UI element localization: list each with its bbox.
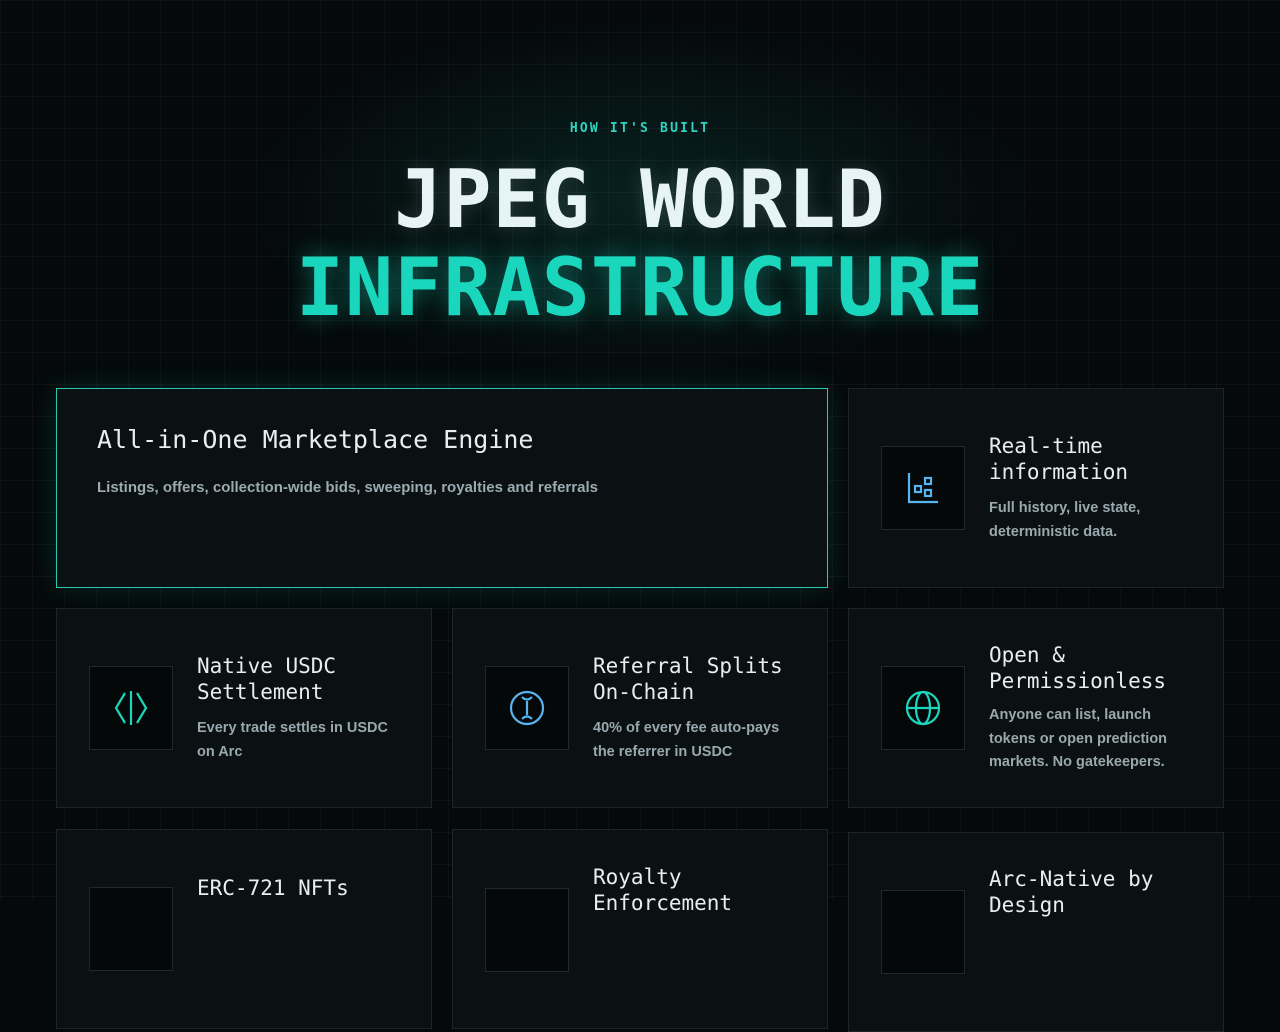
headline-line-1: JPEG WORLD xyxy=(394,153,886,246)
feature-card-description: 40% of every fee auto-pays the referrer … xyxy=(593,720,780,760)
globe-icon xyxy=(905,690,941,726)
feature-card-title: Royalty Enforcement xyxy=(593,865,733,915)
feature-card-title: Real-time information xyxy=(989,434,1129,484)
icon-box xyxy=(881,890,965,974)
feature-card-description: Listings, offers, collection-wide bids, … xyxy=(97,479,598,496)
diamond-split-icon xyxy=(114,691,148,725)
section-eyebrow: HOW IT'S BUILT xyxy=(569,121,711,136)
icon-box xyxy=(881,446,965,530)
feature-card-description: Anyone can list, launch tokens or open p… xyxy=(989,707,1168,770)
feature-card-arc-native: Arc-Native by Design xyxy=(848,832,1224,1032)
headline-line-2: INFRASTRUCTURE xyxy=(295,241,985,334)
feature-card-title: Open & Permissionless xyxy=(989,643,1167,693)
feature-card-usdc-settlement: Native USDC Settlement Every trade settl… xyxy=(56,608,432,808)
icon-box xyxy=(89,666,173,750)
feature-card-realtime: Real-time information Full history, live… xyxy=(848,388,1224,588)
feature-card-title: All-in-One Marketplace Engine xyxy=(97,425,534,454)
feature-card-marketplace-engine: All-in-One Marketplace Engine Listings, … xyxy=(56,388,828,588)
chart-blocks-icon xyxy=(907,473,938,504)
icon-box xyxy=(881,666,965,750)
feature-card-title: Native USDC Settlement xyxy=(197,654,337,704)
feature-card-description: Every trade settles in USDC on Arc xyxy=(197,720,388,760)
feature-card-referral-splits: Referral Splits On-Chain 40% of every fe… xyxy=(452,608,828,808)
feature-card-title: Arc-Native by Design xyxy=(989,867,1154,917)
feature-card-title: ERC-721 NFTs xyxy=(197,876,349,900)
feature-card-erc721: ERC-721 NFTs xyxy=(56,829,432,1029)
icon-box xyxy=(485,888,569,972)
feature-card-title: Referral Splits On-Chain xyxy=(593,654,783,704)
feature-card-description: Full history, live state, deterministic … xyxy=(989,500,1141,540)
feature-card-open-permissionless: Open & Permissionless Anyone can list, l… xyxy=(848,608,1224,808)
feature-card-royalty: Royalty Enforcement xyxy=(452,829,828,1029)
icon-box xyxy=(485,666,569,750)
coin-split-icon xyxy=(509,690,545,726)
